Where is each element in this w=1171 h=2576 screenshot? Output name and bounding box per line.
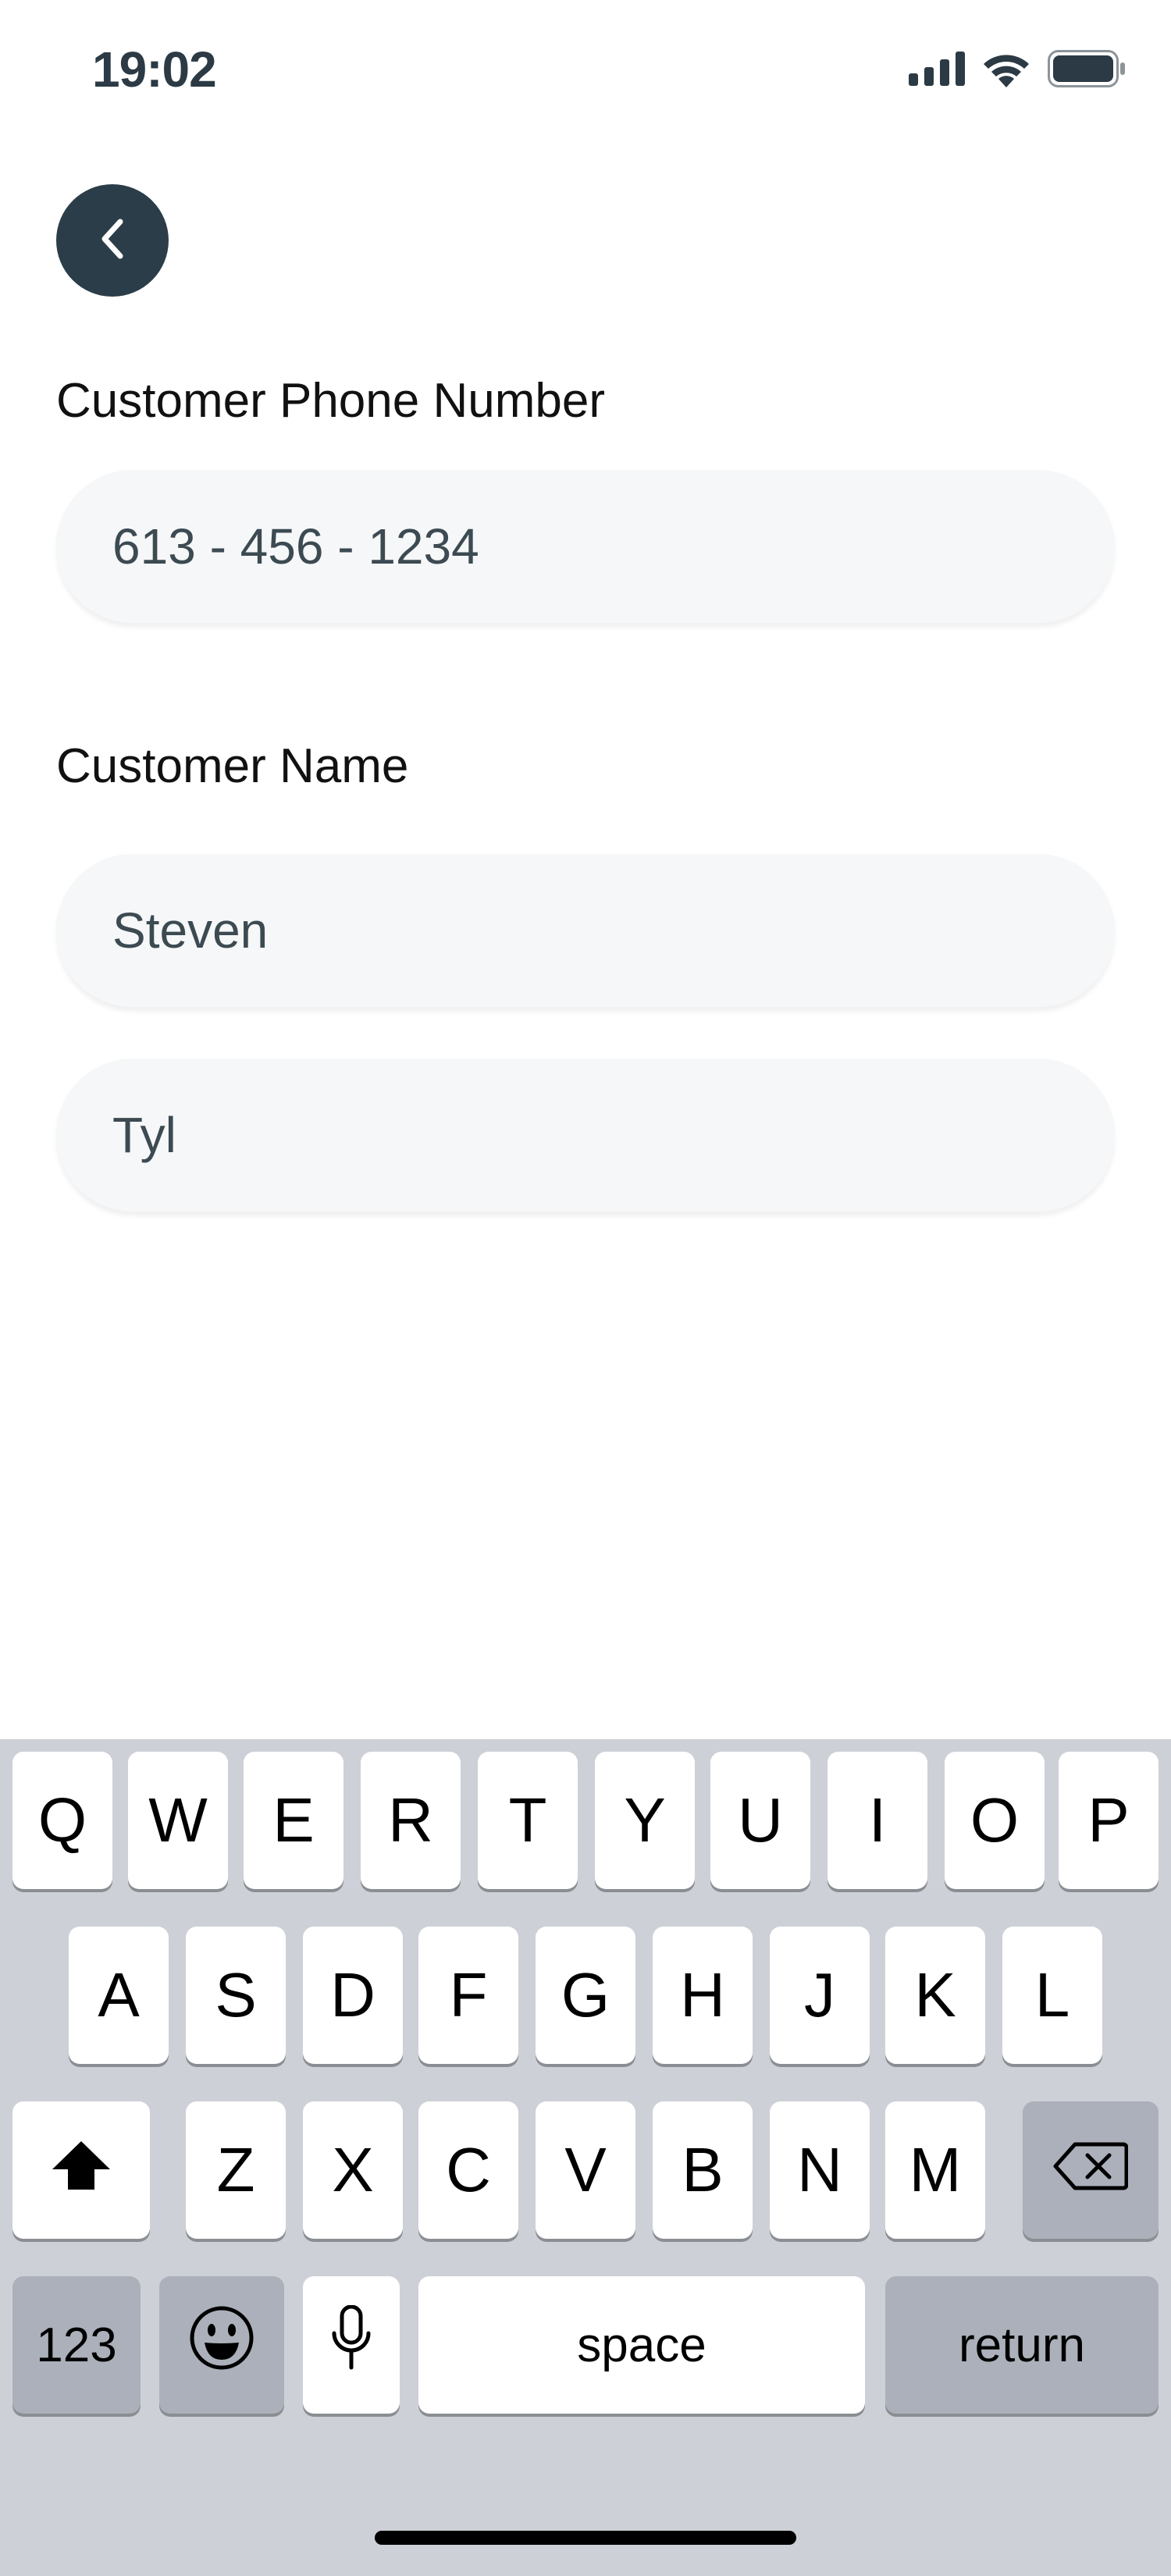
key-o[interactable]: O [945,1752,1045,1889]
key-u[interactable]: U [710,1752,810,1889]
status-time: 19:02 [92,41,217,98]
key-i[interactable]: I [828,1752,927,1889]
chevron-left-icon [97,217,128,265]
key-r[interactable]: R [361,1752,461,1889]
status-icons [909,50,1126,91]
key-n[interactable]: N [770,2101,870,2239]
key-f[interactable]: F [418,1927,518,2064]
space-key[interactable]: space [418,2276,865,2414]
last-name-value: Tyl [112,1107,176,1163]
wifi-icon [981,50,1032,91]
phone-input[interactable]: 613 - 456 - 1234 [56,470,1115,623]
key-j[interactable]: J [770,1927,870,2064]
home-indicator [375,2531,796,2545]
first-name-input[interactable]: Steven [56,854,1115,1007]
microphone-icon [331,2304,372,2386]
shift-arrow-icon [51,2134,112,2206]
emoji-key[interactable] [159,2276,284,2414]
phone-input-value: 613 - 456 - 1234 [112,518,479,575]
back-button[interactable] [56,184,169,297]
backspace-icon [1053,2134,1129,2206]
dictation-key[interactable] [303,2276,400,2414]
key-a[interactable]: A [69,1927,169,2064]
key-y[interactable]: Y [595,1752,695,1889]
cellular-signal-icon [909,52,965,90]
last-name-input[interactable]: Tyl [56,1059,1115,1212]
keyboard: Q W E R T Y U I O P A S D F G H J K L Z … [0,1739,1171,2576]
name-label: Customer Name [56,739,409,793]
key-c[interactable]: C [418,2101,518,2239]
key-k[interactable]: K [885,1927,985,2064]
key-w[interactable]: W [128,1752,228,1889]
key-d[interactable]: D [303,1927,403,2064]
key-z[interactable]: Z [186,2101,286,2239]
numbers-key[interactable]: 123 [12,2276,141,2414]
emoji-icon [189,2305,254,2386]
key-m[interactable]: M [885,2101,985,2239]
delete-key[interactable] [1023,2101,1159,2239]
battery-icon [1048,50,1126,91]
key-h[interactable]: H [653,1927,753,2064]
key-q[interactable]: Q [12,1752,112,1889]
key-l[interactable]: L [1002,1927,1102,2064]
key-e[interactable]: E [244,1752,343,1889]
phone-label: Customer Phone Number [56,374,605,428]
key-g[interactable]: G [536,1927,635,2064]
key-p[interactable]: P [1059,1752,1159,1889]
screen: 19:02 Customer Phone Number 613 - 456 - … [0,0,1171,2576]
key-v[interactable]: V [536,2101,635,2239]
first-name-value: Steven [112,902,269,959]
key-t[interactable]: T [478,1752,578,1889]
key-s[interactable]: S [186,1927,286,2064]
shift-key[interactable] [12,2101,150,2239]
return-key[interactable]: return [885,2276,1159,2414]
key-b[interactable]: B [653,2101,753,2239]
key-x[interactable]: X [303,2101,403,2239]
